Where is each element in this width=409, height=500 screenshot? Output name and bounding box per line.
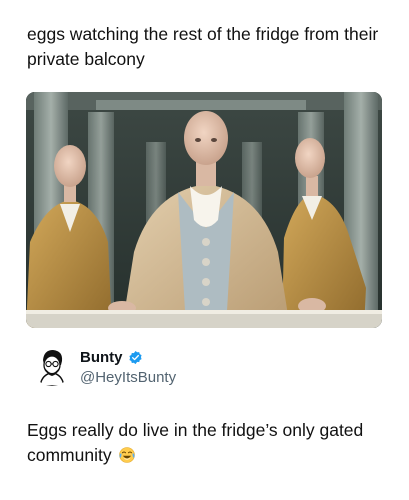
avatar-icon xyxy=(32,346,72,386)
author-name-row: Bunty xyxy=(80,348,176,367)
balcony-photo[interactable] xyxy=(26,92,382,328)
tears-of-joy-emoji-icon xyxy=(118,446,136,464)
avatar[interactable] xyxy=(32,346,72,386)
photo-illustration xyxy=(26,92,382,328)
tweet-author: Bunty @HeyItsBunty xyxy=(80,348,176,388)
verified-badge-icon xyxy=(128,350,143,365)
author-name[interactable]: Bunty xyxy=(80,348,123,367)
tweet-text: Eggs really do live in the fridge’s only… xyxy=(27,420,364,465)
tweet-body: Eggs really do live in the fridge’s only… xyxy=(27,418,387,468)
author-handle[interactable]: @HeyItsBunty xyxy=(80,368,176,388)
post-caption: eggs watching the rest of the fridge fro… xyxy=(27,24,379,69)
